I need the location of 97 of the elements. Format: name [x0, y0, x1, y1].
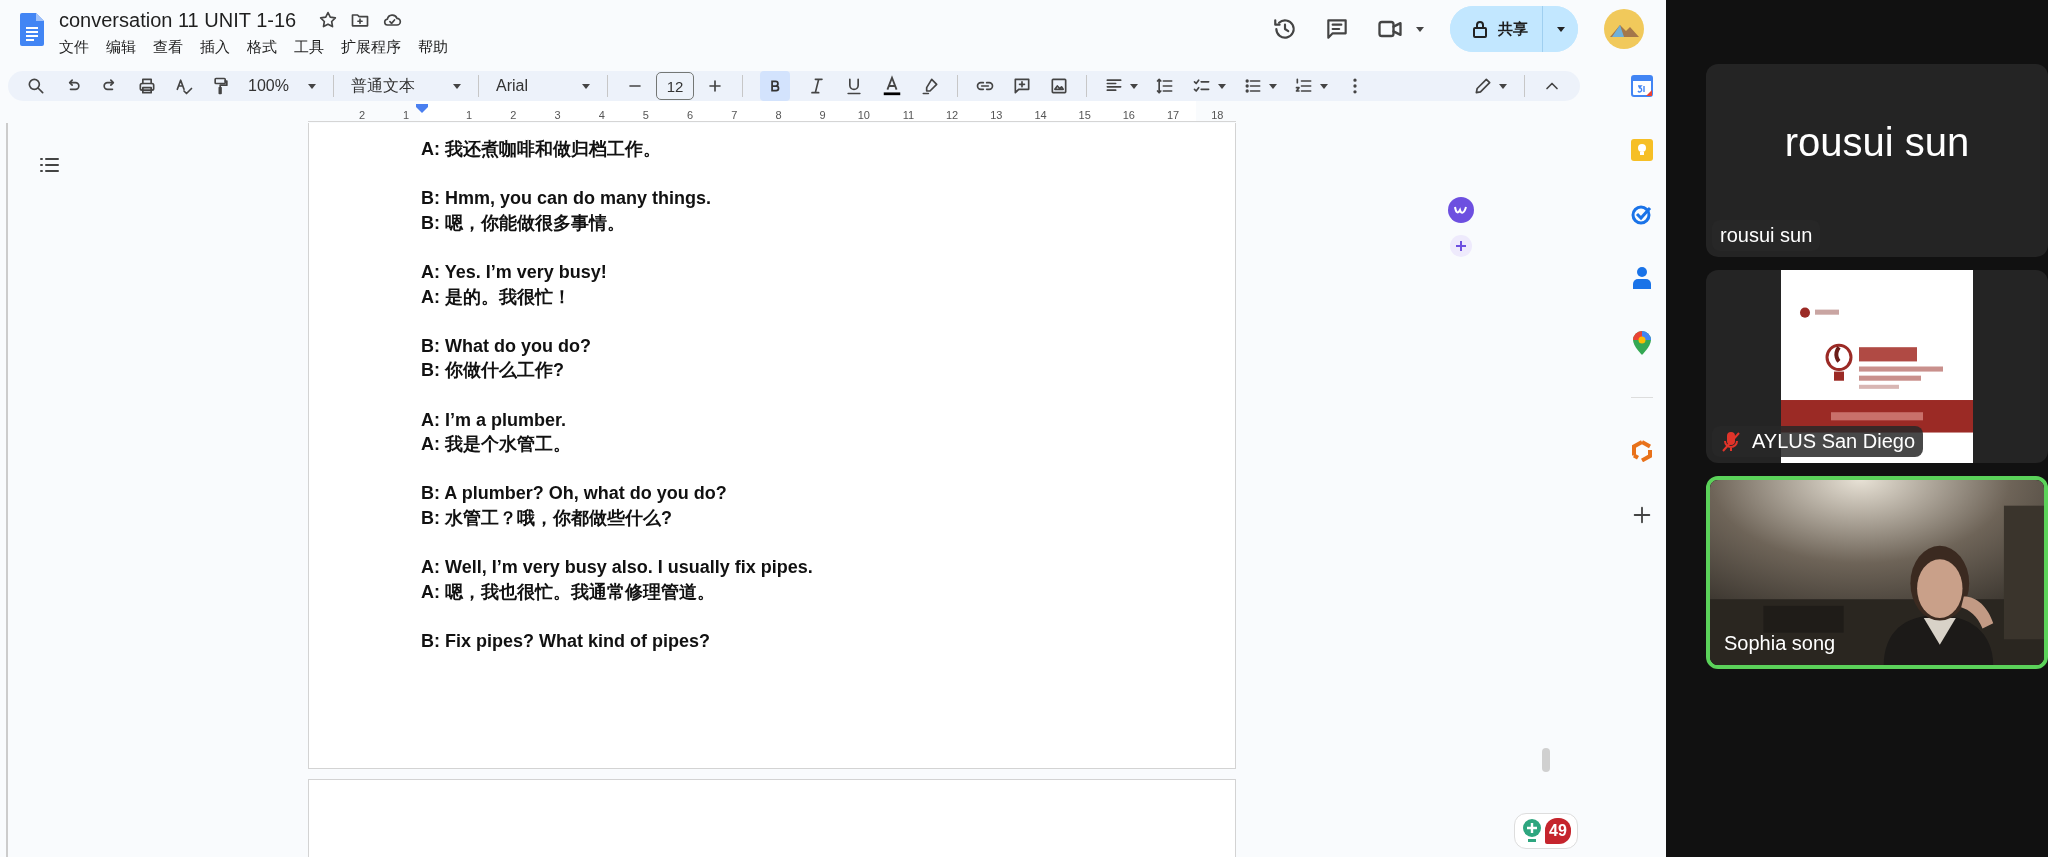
menu-item[interactable]: 扩展程序	[341, 38, 401, 57]
image-icon[interactable]	[1049, 76, 1069, 96]
ruler-number: 7	[730, 109, 738, 121]
text-line: A: 嗯，我也很忙。我通常修理管道。	[421, 580, 716, 604]
text-line: A: 我还煮咖啡和做归档工作。	[421, 138, 662, 161]
ruler-number: 18	[1210, 109, 1224, 121]
scrollbar-thumb[interactable]	[1542, 748, 1550, 772]
ruler-number: 9	[818, 109, 826, 121]
ruler-number: 4	[597, 109, 605, 121]
menu-item[interactable]: 查看	[153, 38, 183, 57]
text-line: B: A plumber? Oh, what do you do?	[421, 482, 728, 506]
participant-name: AYLUS San Diego	[1752, 430, 1916, 453]
comment-icon[interactable]	[1324, 16, 1350, 42]
paint-format-icon[interactable]	[211, 76, 231, 96]
caret-icon[interactable]	[1218, 83, 1226, 89]
spellcheck-icon[interactable]	[174, 76, 194, 96]
underline-icon[interactable]	[844, 76, 864, 96]
ruler-number: 16	[1121, 109, 1135, 121]
text-line: A: Well, I’m very busy also. I usually fix pipes.	[421, 556, 814, 580]
letter-logo-icon[interactable]	[1448, 197, 1474, 223]
search-icon[interactable]	[26, 76, 46, 96]
caret-icon	[1556, 26, 1565, 32]
lightbulb-icon	[1521, 818, 1543, 844]
menu-item[interactable]: 编辑	[106, 38, 136, 57]
caret-icon[interactable]	[1416, 26, 1424, 32]
text-line: B: 水管工？哦，你都做些什么?	[421, 506, 673, 530]
caret-icon[interactable]	[1130, 83, 1138, 89]
highlighter-icon[interactable]	[920, 76, 940, 96]
pencil-icon[interactable]	[1473, 76, 1493, 96]
check-circle-icon[interactable]	[1631, 203, 1653, 225]
ruler-number: 13	[989, 109, 1003, 121]
ruler-number: 2	[509, 109, 517, 121]
bold-button[interactable]	[760, 71, 790, 101]
person-icon[interactable]	[1633, 267, 1651, 289]
participant-tile[interactable]: Sophia song	[1706, 476, 2048, 669]
ruler-number: 17	[1165, 109, 1180, 121]
caret-icon[interactable]	[308, 83, 316, 89]
caret-icon[interactable]	[1269, 83, 1277, 89]
avatar-icon[interactable]	[1604, 9, 1644, 49]
ruler-number: 8	[774, 109, 782, 121]
ruler-number: 15	[1077, 109, 1091, 121]
plus-icon[interactable]	[1631, 504, 1653, 526]
text-line: B: What do you do?	[421, 334, 592, 358]
ruler-number: 14	[1033, 109, 1047, 121]
text-line: B: Hmm, you can do many things.	[421, 187, 713, 211]
text-line: A: 是的。我很忙！	[421, 285, 572, 309]
text-color-icon[interactable]	[881, 75, 903, 97]
add-comment-icon[interactable]	[1012, 76, 1032, 96]
bulleted-list-icon[interactable]	[1243, 76, 1263, 96]
text-line: A: I’m a plumber.	[421, 408, 568, 432]
ruler-number: 11	[901, 109, 915, 121]
font-size-field[interactable]: 12	[656, 72, 694, 100]
text-line: B: 嗯，你能做很多事情。	[421, 211, 626, 235]
menu-item[interactable]: 插入	[200, 38, 230, 57]
hexagon-logo-icon[interactable]	[1632, 440, 1652, 462]
caret-icon[interactable]	[1320, 83, 1328, 89]
style-dropdown[interactable]: 普通文本	[351, 75, 461, 97]
star-icon[interactable]	[318, 10, 339, 30]
ruler-number: 1	[465, 109, 473, 121]
lock-icon	[1472, 20, 1488, 38]
indent-marker-icon[interactable]	[416, 104, 428, 113]
document-title[interactable]: conversation 11 UNIT 1-16	[59, 8, 297, 32]
document-icon[interactable]	[20, 13, 44, 46]
menu-item[interactable]: 帮助	[418, 38, 448, 57]
sparkle-plus-icon[interactable]	[1450, 235, 1472, 257]
text-line: A: 我是个水管工。	[421, 433, 572, 457]
history-icon[interactable]	[1272, 16, 1298, 42]
text-line: B: Fix pipes? What kind of pipes?	[421, 629, 711, 653]
assistant-badge[interactable]: 49	[1514, 813, 1578, 849]
map-pin-icon[interactable]	[1633, 331, 1651, 355]
ruler-number: 10	[856, 109, 870, 121]
bold-icon	[768, 78, 782, 94]
font-dropdown[interactable]: Arial	[496, 77, 590, 95]
caret-icon[interactable]	[453, 83, 461, 89]
notification-count: 49	[1545, 818, 1571, 844]
ruler-number: 12	[945, 109, 959, 121]
print-icon[interactable]	[137, 76, 157, 96]
participant-tile[interactable]: AYLUS San Diego	[1706, 270, 2048, 463]
line-spacing-icon[interactable]	[1155, 76, 1175, 96]
ruler-number: 2	[357, 109, 367, 121]
menu-item[interactable]: 文件	[59, 38, 89, 57]
ruler-number: 3	[553, 109, 561, 121]
participant-name: rousui sun	[1720, 224, 1813, 247]
calendar-icon[interactable]	[1631, 75, 1653, 97]
participant-name: rousui sun	[1784, 120, 1970, 165]
zoom-dropdown[interactable]: 100%	[248, 77, 316, 95]
ruler-number: 1	[401, 109, 411, 121]
caret-icon[interactable]	[1499, 83, 1507, 89]
menu-item[interactable]: 工具	[294, 38, 324, 57]
ruler-number: 6	[686, 109, 694, 121]
participant-tile[interactable]: rousui sun rousui sun	[1706, 64, 2048, 257]
ruler-number: 5	[641, 109, 649, 121]
participant-name: Sophia song	[1724, 632, 1836, 655]
menu-item[interactable]: 格式	[247, 38, 277, 57]
text-line: A: Yes. I’m very busy!	[421, 260, 608, 284]
caret-icon[interactable]	[582, 83, 590, 89]
text-line: B: 你做什么工作?	[421, 359, 565, 383]
